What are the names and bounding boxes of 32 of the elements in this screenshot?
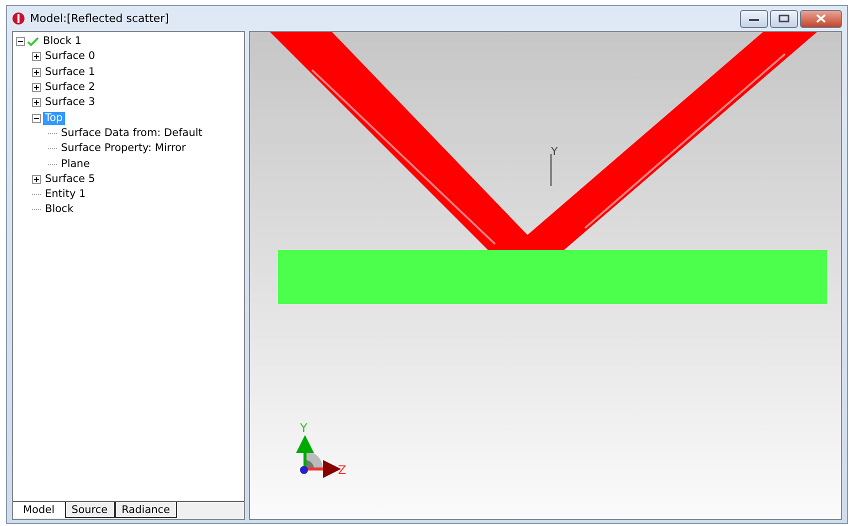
tree-item[interactable]: Surface 3 (43, 96, 98, 110)
close-icon (816, 14, 826, 23)
maximize-button[interactable] (770, 10, 798, 28)
expand-icon[interactable] (32, 68, 41, 77)
tree-item[interactable]: Surface 2 (43, 81, 98, 94)
tree-item[interactable]: Surface Data from: Default (59, 126, 204, 140)
tab[interactable]: Radiance (114, 502, 178, 518)
expand-icon[interactable] (32, 98, 41, 108)
tree-item[interactable]: Block 1 (41, 35, 84, 48)
axis-label: Y (551, 145, 558, 158)
minimize-button[interactable] (740, 10, 768, 28)
expand-icon[interactable] (32, 83, 41, 92)
tab[interactable]: Model (13, 502, 65, 518)
tab[interactable]: Source (64, 502, 115, 518)
collapse-icon[interactable] (32, 114, 41, 123)
tree-item[interactable]: Surface 0 (43, 50, 98, 64)
collapse-icon[interactable] (16, 37, 25, 46)
axis-label: Y (300, 421, 308, 435)
tree-item[interactable]: Plane (59, 158, 92, 171)
expand-icon[interactable] (32, 174, 41, 184)
axis-label: Z (338, 463, 346, 477)
maximize-icon (778, 14, 790, 23)
tree-item[interactable]: Surface Property: Mirror (59, 142, 188, 156)
tree-item[interactable]: Surface 5 (43, 172, 98, 186)
window-title: Model:[Reflected scatter] (30, 12, 170, 25)
tree-item[interactable]: Surface 1 (43, 66, 98, 79)
close-button[interactable] (800, 10, 842, 28)
y-axis-marker (550, 154, 552, 186)
tree-item[interactable]: Entity 1 (43, 188, 88, 202)
expand-icon[interactable] (32, 52, 41, 62)
tree-item[interactable]: Block (43, 203, 76, 216)
app-logo-icon (12, 12, 25, 25)
